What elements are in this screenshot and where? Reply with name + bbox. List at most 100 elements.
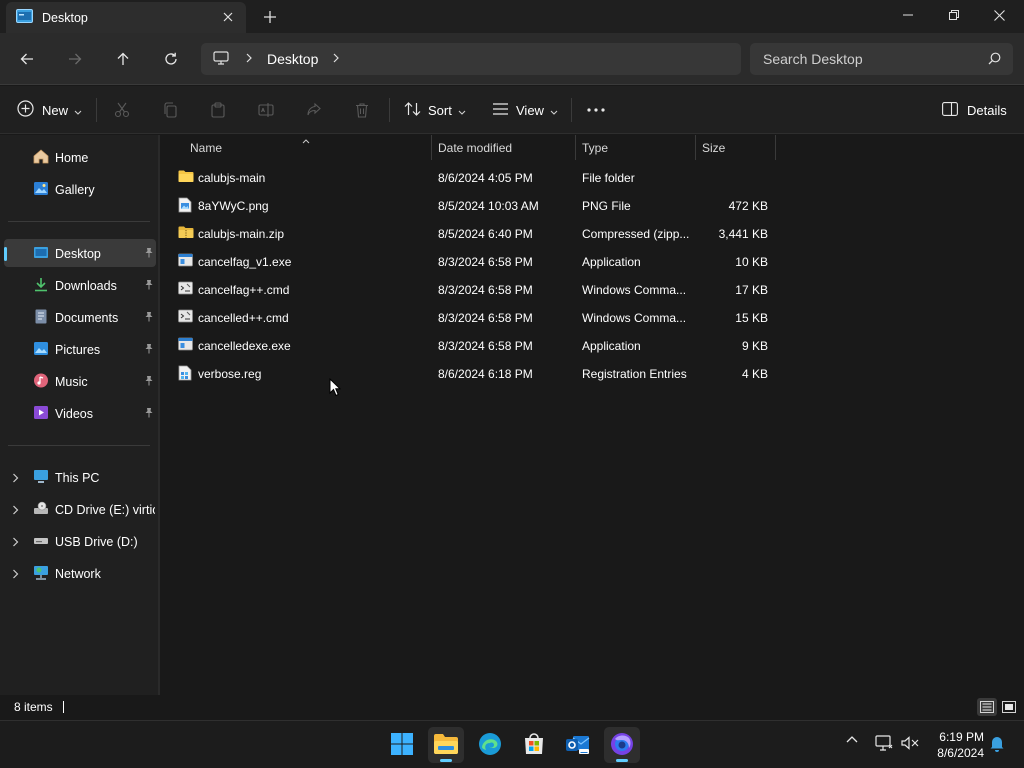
table-row[interactable]: verbose.reg 8/6/2024 6:18 PM Registratio… (172, 360, 932, 388)
sidebar-item-home[interactable]: Home (4, 143, 156, 171)
expand-chevron-icon[interactable] (12, 536, 19, 550)
details-label: Details (967, 102, 1007, 118)
up-button[interactable] (110, 46, 136, 72)
sidebar-item-videos[interactable]: Videos (4, 399, 156, 427)
table-row[interactable]: cancelled++.cmd 8/3/2024 6:58 PM Windows… (172, 304, 932, 332)
column-header-name[interactable]: Name (184, 135, 432, 160)
file-type: File folder (582, 171, 635, 185)
table-row[interactable]: cancelfag_v1.exe 8/3/2024 6:58 PM Applic… (172, 248, 932, 276)
view-button[interactable]: View (492, 98, 558, 122)
paste-icon[interactable] (210, 98, 226, 122)
usb-drive-icon (33, 533, 49, 551)
taskbar-edge[interactable] (472, 727, 508, 763)
sidebar-item-label: USB Drive (D:) (55, 535, 138, 549)
taskbar-store[interactable] (516, 727, 552, 763)
sidebar-item-cd-drive[interactable]: CD Drive (E:) virtio- (4, 495, 156, 523)
search-placeholder: Search Desktop (763, 51, 863, 67)
pin-icon[interactable] (144, 407, 154, 421)
file-size: 17 KB (735, 283, 768, 297)
expand-chevron-icon[interactable] (12, 472, 19, 486)
expand-chevron-icon[interactable] (12, 568, 19, 582)
back-button[interactable] (14, 46, 40, 72)
delete-icon[interactable] (354, 98, 370, 122)
address-bar[interactable]: Desktop (201, 43, 741, 75)
sidebar-item-this-pc[interactable]: This PC (4, 463, 156, 491)
column-header-date[interactable]: Date modified (432, 135, 576, 160)
tab-desktop[interactable]: Desktop (6, 2, 246, 33)
sidebar-item-network[interactable]: Network (4, 559, 156, 587)
sidebar-item-documents[interactable]: Documents (4, 303, 156, 331)
breadcrumb-chevron-icon[interactable] (332, 52, 340, 66)
file-date: 8/3/2024 6:58 PM (438, 255, 533, 269)
close-tab-icon[interactable] (220, 9, 236, 25)
pin-icon[interactable] (144, 247, 154, 261)
file-type: Windows Comma... (582, 311, 687, 325)
minimize-button[interactable] (885, 0, 931, 30)
file-date: 8/6/2024 6:18 PM (438, 367, 533, 381)
taskbar-clock[interactable]: 6:19 PM 8/6/2024 (922, 729, 984, 761)
table-row[interactable]: cancelfag++.cmd 8/3/2024 6:58 PM Windows… (172, 276, 932, 304)
taskbar: 6:19 PM 8/6/2024 (0, 720, 1024, 768)
sidebar-item-desktop[interactable]: Desktop (4, 239, 156, 267)
column-header-type[interactable]: Type (576, 135, 696, 160)
file-name: cancelledexe.exe (198, 339, 291, 353)
expand-chevron-icon[interactable] (12, 504, 19, 518)
table-row[interactable]: calubjs-main 8/6/2024 4:05 PM File folde… (172, 164, 932, 192)
network-status-icon[interactable] (874, 735, 894, 751)
desktop-icon (33, 245, 49, 263)
pin-icon[interactable] (144, 311, 154, 325)
pin-icon[interactable] (144, 343, 154, 357)
table-row[interactable]: calubjs-main.zip 8/5/2024 6:40 PM Compre… (172, 220, 932, 248)
more-options-icon[interactable] (587, 98, 605, 122)
address-row: Desktop Search Desktop (0, 33, 1024, 85)
search-icon[interactable] (988, 52, 1001, 68)
copy-icon[interactable] (162, 98, 178, 122)
search-input[interactable]: Search Desktop (750, 43, 1013, 75)
navigation-pane: Home Gallery Desktop Downloads Documents (0, 135, 158, 695)
file-name: cancelfag_v1.exe (198, 255, 292, 269)
sort-button[interactable]: Sort (404, 98, 466, 122)
file-date: 8/5/2024 6:40 PM (438, 227, 533, 241)
cut-icon[interactable] (114, 98, 130, 122)
new-label: New (42, 102, 69, 118)
pin-icon[interactable] (144, 375, 154, 389)
file-size: 9 KB (741, 339, 768, 353)
rename-icon[interactable] (258, 98, 274, 122)
details-button[interactable]: Details (942, 98, 1007, 122)
taskbar-file-explorer[interactable] (428, 727, 464, 763)
notification-bell-icon[interactable] (987, 735, 1007, 752)
pin-icon[interactable] (144, 279, 154, 293)
tiles-view-toggle[interactable] (999, 698, 1019, 716)
maximize-button[interactable] (931, 0, 977, 30)
file-type: Windows Comma... (582, 283, 687, 297)
monitor-icon (213, 50, 229, 68)
taskbar-firefox[interactable] (604, 727, 640, 763)
breadcrumb-desktop[interactable]: Desktop (267, 51, 318, 67)
gallery-icon (33, 181, 49, 199)
file-name: 8aYWyC.png (198, 199, 269, 213)
forward-button[interactable] (62, 46, 88, 72)
sidebar-item-music[interactable]: Music (4, 367, 156, 395)
sidebar-item-usb-drive[interactable]: USB Drive (D:) (4, 527, 156, 555)
refresh-button[interactable] (158, 46, 184, 72)
volume-muted-icon[interactable] (900, 735, 920, 751)
edge-icon (478, 732, 502, 759)
column-header-size[interactable]: Size (696, 135, 776, 160)
start-button[interactable] (384, 727, 420, 763)
table-row[interactable]: cancelledexe.exe 8/3/2024 6:58 PM Applic… (172, 332, 932, 360)
table-row[interactable]: 8aYWyC.png 8/5/2024 10:03 AM PNG File 47… (172, 192, 932, 220)
sidebar-item-pictures[interactable]: Pictures (4, 335, 156, 363)
details-view-toggle[interactable] (977, 698, 997, 716)
sidebar-item-label: Home (55, 151, 89, 165)
taskbar-outlook[interactable] (560, 727, 596, 763)
new-tab-button[interactable] (260, 8, 280, 26)
reg-file-icon (178, 365, 192, 384)
close-window-button[interactable] (976, 0, 1022, 30)
image-file-icon (178, 197, 192, 216)
file-name: verbose.reg (198, 367, 262, 381)
sidebar-item-gallery[interactable]: Gallery (4, 175, 156, 203)
show-hidden-icons-button[interactable] (843, 735, 861, 743)
sidebar-item-downloads[interactable]: Downloads (4, 271, 156, 299)
share-icon[interactable] (306, 98, 322, 122)
new-button[interactable]: New (17, 98, 82, 122)
